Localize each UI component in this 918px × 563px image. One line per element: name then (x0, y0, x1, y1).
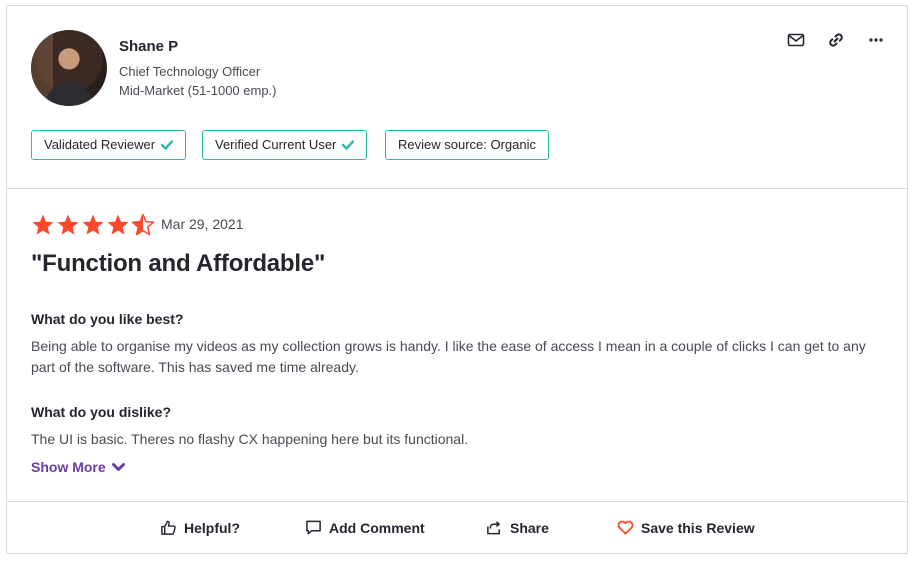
review-actions-bar: Helpful? Add Comment Share Save this Rev… (7, 501, 907, 554)
dislike-question: What do you dislike? (31, 404, 172, 420)
more-icon[interactable] (866, 30, 886, 50)
review-title[interactable]: "Function and Affordable" (31, 250, 325, 278)
half-star-icon (131, 213, 155, 236)
badge-label: Validated Reviewer (44, 137, 156, 152)
reviewer-header: Shane P Chief Technology Officer Mid-Mar… (7, 6, 907, 189)
reviewer-title: Chief Technology Officer (119, 64, 261, 79)
badge-verified-current-user[interactable]: Verified Current User (202, 130, 368, 160)
share-label: Share (510, 519, 549, 536)
show-more-link[interactable]: Show More (31, 459, 125, 475)
mail-icon[interactable] (786, 30, 806, 50)
star-rating (31, 213, 155, 237)
badge-review-source[interactable]: Review source: Organic (385, 130, 549, 160)
star-icon (107, 214, 129, 235)
helpful-button[interactable]: Helpful? (160, 519, 240, 536)
avatar[interactable] (31, 30, 107, 106)
checkmark-icon (342, 140, 355, 150)
link-icon[interactable] (826, 30, 846, 50)
star-icon (57, 214, 79, 235)
dislike-answer: The UI is basic. Theres no flashy CX hap… (31, 431, 469, 447)
review-card: Shane P Chief Technology Officer Mid-Mar… (6, 5, 908, 554)
save-review-label: Save this Review (641, 519, 755, 536)
share-icon (487, 521, 500, 535)
heart-icon (617, 520, 634, 535)
add-comment-label: Add Comment (329, 519, 425, 536)
comment-icon (306, 520, 321, 535)
like-answer: Being able to organise my videos as my c… (31, 338, 866, 375)
like-question: What do you like best? (31, 311, 184, 327)
reviewer-name[interactable]: Shane P (119, 38, 178, 55)
review-body: Mar 29, 2021 "Function and Affordable" W… (7, 189, 907, 501)
thumbs-up-icon (161, 520, 176, 535)
star-icon (82, 214, 104, 235)
checkmark-icon (161, 140, 174, 150)
badge-label: Verified Current User (215, 137, 337, 152)
badge-label: Review source: Organic (398, 137, 536, 152)
chevron-down-icon (111, 462, 125, 471)
save-review-button[interactable]: Save this Review (617, 519, 755, 536)
badge-validated-reviewer[interactable]: Validated Reviewer (31, 130, 187, 160)
review-date: Mar 29, 2021 (161, 216, 244, 232)
helpful-label: Helpful? (184, 519, 240, 536)
share-button[interactable]: Share (486, 519, 549, 536)
reviewer-company-size: Mid-Market (51-1000 emp.) (119, 83, 277, 98)
star-icon (32, 214, 54, 235)
add-comment-button[interactable]: Add Comment (305, 519, 425, 536)
show-more-label: Show More (31, 459, 106, 475)
